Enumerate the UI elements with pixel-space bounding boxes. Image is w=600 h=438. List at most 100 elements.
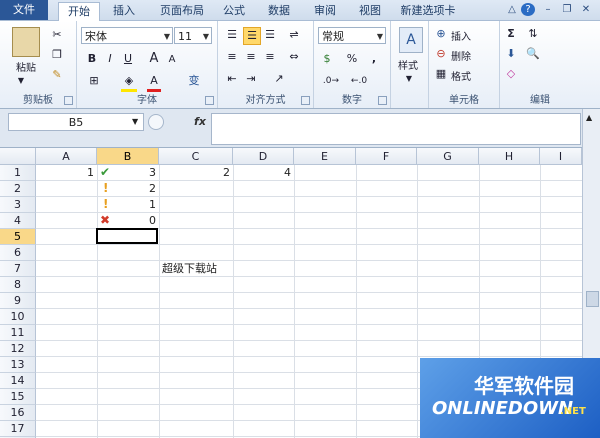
orientation-icon[interactable]: ↗ [268, 71, 290, 87]
name-box[interactable]: B5 [8, 113, 144, 131]
row-header-17[interactable]: 17 [0, 421, 36, 437]
insert-cells-icon[interactable]: ⊕ [434, 26, 448, 42]
currency-icon[interactable]: $ [318, 51, 336, 67]
row-header-8[interactable]: 8 [0, 277, 36, 293]
column-header-c[interactable]: C [159, 148, 233, 165]
column-header-d[interactable]: D [233, 148, 294, 165]
percent-button[interactable]: % [346, 51, 358, 67]
cell-b1[interactable]: 3 [97, 165, 159, 181]
tab-review[interactable]: 审阅 [309, 2, 341, 20]
name-box-dropdown-icon[interactable]: ▼ [132, 117, 138, 126]
insert-function-button[interactable]: fx [190, 113, 210, 131]
format-painter-icon[interactable]: ✎ [50, 67, 64, 83]
font-color-icon[interactable]: A [147, 73, 161, 92]
phonetic-icon[interactable]: 变 [185, 73, 203, 89]
row-header-10[interactable]: 10 [0, 309, 36, 325]
restore-icon[interactable]: ❐ [560, 3, 574, 16]
column-header-f[interactable]: F [356, 148, 417, 165]
sort-filter-icon[interactable]: ⇅ [524, 26, 542, 42]
row-header-1[interactable]: 1 [0, 165, 36, 181]
minimize-icon[interactable]: – [541, 3, 555, 16]
column-header-g[interactable]: G [417, 148, 479, 165]
cell-b4[interactable]: 0 [97, 213, 159, 229]
find-select-icon[interactable]: 🔍 [524, 46, 542, 62]
row-header-14[interactable]: 14 [0, 373, 36, 389]
row-header-5[interactable]: 5 [0, 229, 36, 245]
align-left-icon[interactable]: ≡ [224, 49, 240, 65]
font-size-select[interactable]: 11 ▼ [174, 27, 212, 44]
column-header-h[interactable]: H [479, 148, 540, 165]
formula-cancel-icon[interactable] [148, 114, 164, 130]
align-middle-icon[interactable]: ☰ [243, 27, 261, 45]
number-launcher-icon[interactable] [378, 96, 387, 105]
cell-a1[interactable]: 1 [36, 165, 97, 181]
grow-font-button[interactable]: A [147, 51, 161, 67]
cell-b3[interactable]: 1 [97, 197, 159, 213]
paste-button[interactable]: 粘贴 [16, 59, 36, 74]
merge-center-icon[interactable]: ⇔ [284, 49, 304, 65]
number-format-select[interactable]: 常规 ▼ [318, 27, 386, 44]
align-center-icon[interactable]: ≡ [243, 49, 259, 65]
styles-icon[interactable]: A [399, 27, 423, 53]
fill-icon[interactable]: ⬇ [504, 46, 518, 62]
align-bottom-icon[interactable]: ☰ [262, 27, 278, 43]
selected-cell-b5[interactable] [96, 228, 158, 244]
row-header-3[interactable]: 3 [0, 197, 36, 213]
italic-button[interactable]: I [103, 51, 117, 67]
align-top-icon[interactable]: ☰ [224, 27, 240, 43]
tab-view[interactable]: 视图 [354, 2, 386, 20]
help-icon[interactable]: ? [521, 3, 535, 16]
delete-button[interactable]: 删除 [451, 48, 471, 63]
tab-page-layout[interactable]: 页面布局 [152, 2, 212, 20]
tab-formulas[interactable]: 公式 [218, 2, 250, 20]
align-right-icon[interactable]: ≡ [262, 49, 278, 65]
tab-insert[interactable]: 插入 [106, 2, 142, 20]
underline-button[interactable]: U [121, 51, 135, 67]
cell-c1[interactable]: 2 [159, 165, 233, 181]
cell-d1[interactable]: 4 [233, 165, 294, 181]
insert-button[interactable]: 插入 [451, 28, 471, 43]
row-header-6[interactable]: 6 [0, 245, 36, 261]
increase-indent-icon[interactable]: ⇥ [243, 71, 259, 87]
row-header-2[interactable]: 2 [0, 181, 36, 197]
paste-dropdown-icon[interactable]: ▼ [14, 73, 28, 89]
styles-dropdown-icon[interactable]: ▼ [403, 71, 415, 87]
formula-input[interactable] [211, 113, 581, 145]
row-header-7[interactable]: 7 [0, 261, 36, 277]
bold-button[interactable]: B [85, 51, 99, 67]
row-header-11[interactable]: 11 [0, 325, 36, 341]
select-all-corner[interactable] [0, 148, 36, 165]
column-header-b[interactable]: B [97, 148, 159, 165]
tab-home[interactable]: 开始 [58, 2, 100, 22]
format-cells-icon[interactable]: ▦ [434, 66, 448, 82]
borders-icon[interactable]: ⊞ [85, 73, 103, 89]
autosum-button[interactable]: Σ [504, 26, 518, 42]
row-header-15[interactable]: 15 [0, 389, 36, 405]
styles-button[interactable]: 样式 [398, 57, 418, 72]
decrease-decimal-icon[interactable]: ←.0 [348, 73, 370, 89]
alignment-launcher-icon[interactable] [301, 96, 310, 105]
row-header-12[interactable]: 12 [0, 341, 36, 357]
clear-icon[interactable]: ◇ [504, 66, 518, 82]
close-icon[interactable]: ✕ [579, 3, 593, 16]
cell-b2[interactable]: 2 [97, 181, 159, 197]
font-name-select[interactable]: 宋体 ▼ [81, 27, 173, 44]
row-header-16[interactable]: 16 [0, 405, 36, 421]
cut-icon[interactable]: ✂ [50, 27, 64, 43]
wrap-text-icon[interactable]: ⇌ [284, 27, 304, 43]
row-header-9[interactable]: 9 [0, 293, 36, 309]
tab-data[interactable]: 数据 [263, 2, 295, 20]
paste-icon[interactable] [12, 27, 40, 57]
cell-c7[interactable]: 超级下载站 [159, 261, 239, 277]
comma-button[interactable]: , [368, 51, 380, 67]
increase-decimal-icon[interactable]: .0→ [320, 73, 342, 89]
row-header-13[interactable]: 13 [0, 357, 36, 373]
delete-cells-icon[interactable]: ⊖ [434, 46, 448, 62]
column-header-e[interactable]: E [294, 148, 356, 165]
scrollbar-thumb[interactable] [586, 291, 599, 307]
decrease-indent-icon[interactable]: ⇤ [224, 71, 240, 87]
column-header-a[interactable]: A [36, 148, 97, 165]
collapse-ribbon-icon[interactable]: △ [505, 3, 519, 16]
shrink-font-button[interactable]: A [165, 52, 179, 68]
copy-icon[interactable]: ❐ [50, 47, 64, 63]
